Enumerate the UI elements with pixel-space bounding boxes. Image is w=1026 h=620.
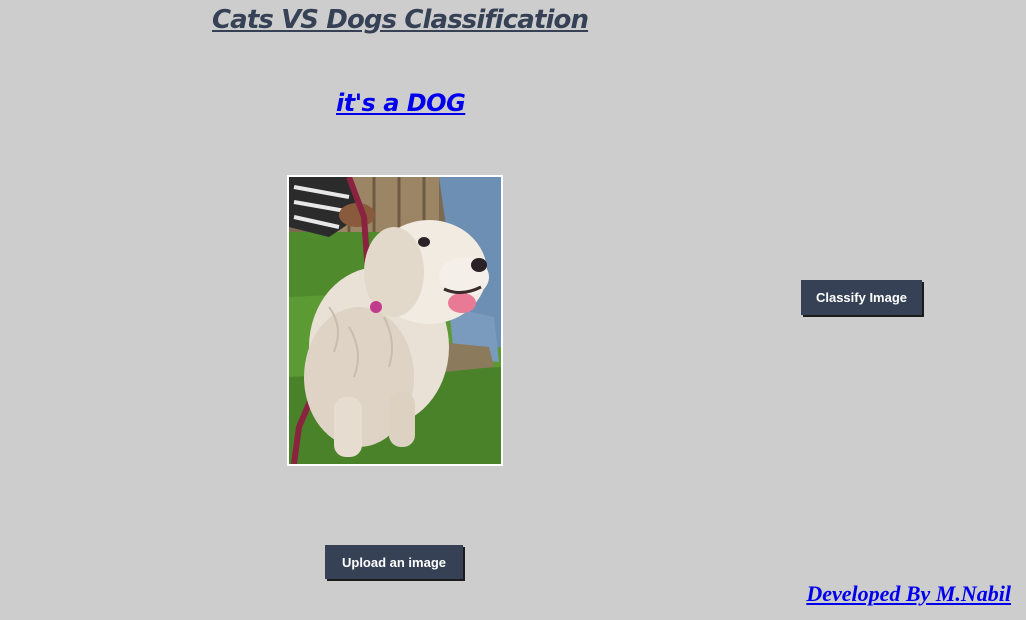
dog-photo: [289, 177, 501, 464]
classify-image-button[interactable]: Classify Image: [801, 280, 922, 315]
uploaded-image: [287, 175, 503, 466]
developer-credit: Developed By M.Nabil: [806, 581, 1011, 606]
upload-image-button[interactable]: Upload an image: [325, 545, 463, 579]
classification-result: it's a DOG: [336, 89, 466, 117]
app-title: Cats VS Dogs Classification: [212, 5, 589, 35]
